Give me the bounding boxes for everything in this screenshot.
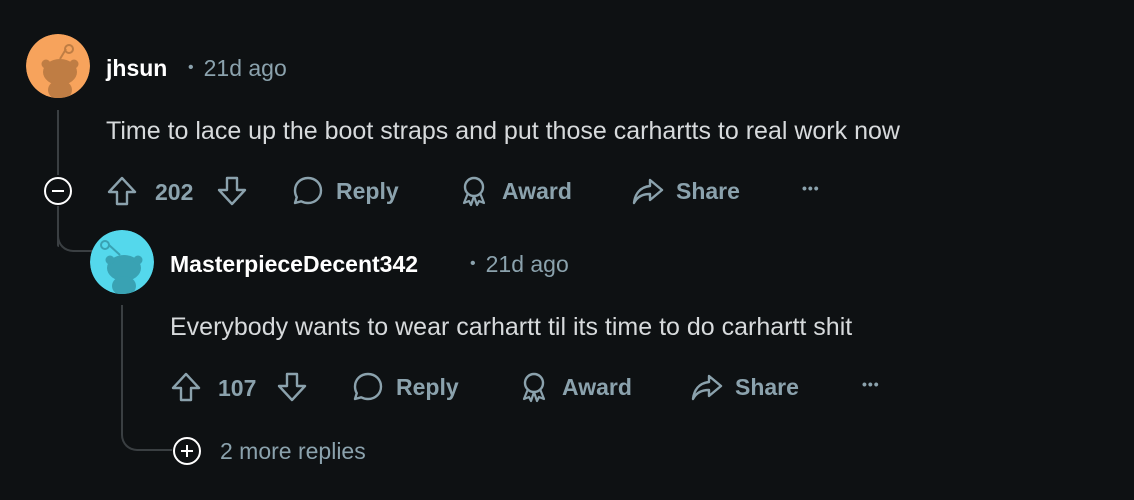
avatar[interactable] bbox=[90, 230, 154, 294]
reply-label: Reply bbox=[336, 177, 399, 204]
comment-body: Everybody wants to wear carhartt til its… bbox=[170, 313, 853, 341]
thread-connector-1 bbox=[57, 212, 93, 252]
comment-thread: jhsun • 21d ago Time to lace up the boot … bbox=[0, 0, 1134, 500]
award-medal-icon bbox=[462, 176, 486, 207]
downvote-button[interactable] bbox=[216, 175, 248, 212]
reply-bubble-icon bbox=[353, 372, 383, 401]
award-label: Award bbox=[502, 177, 572, 204]
more-options-icon: ••• bbox=[862, 376, 880, 392]
collapse-button[interactable] bbox=[43, 176, 73, 206]
timestamp-text: 21d ago bbox=[485, 251, 569, 277]
reply-button[interactable]: Reply bbox=[292, 175, 399, 207]
share-button[interactable]: Share bbox=[691, 371, 799, 403]
snoo-avatar-icon bbox=[90, 230, 154, 294]
more-options-button[interactable]: ••• bbox=[802, 180, 820, 196]
comment-timestamp: • 21d ago bbox=[470, 251, 569, 278]
award-medal-icon bbox=[522, 372, 546, 403]
share-arrow-icon bbox=[632, 178, 664, 205]
downvote-arrow-icon bbox=[217, 176, 247, 206]
snoo-avatar-icon bbox=[26, 34, 90, 98]
share-button[interactable]: Share bbox=[632, 175, 740, 207]
thread-line-1 bbox=[57, 110, 59, 175]
minus-circle-icon bbox=[44, 177, 72, 205]
upvote-button[interactable] bbox=[106, 175, 138, 212]
comment-timestamp: • 21d ago bbox=[188, 55, 287, 82]
comment-username[interactable]: jhsun bbox=[106, 55, 167, 82]
timestamp-text: 21d ago bbox=[203, 55, 287, 81]
comment-username[interactable]: MasterpieceDecent342 bbox=[170, 251, 418, 278]
thread-connector-2 bbox=[121, 305, 176, 451]
share-label: Share bbox=[676, 177, 740, 204]
avatar[interactable] bbox=[26, 34, 90, 98]
comment-body: Time to lace up the boot straps and put … bbox=[106, 117, 900, 145]
award-button[interactable]: Award bbox=[458, 175, 572, 207]
more-options-button[interactable]: ••• bbox=[862, 376, 880, 392]
upvote-arrow-icon bbox=[107, 176, 137, 206]
award-label: Award bbox=[562, 373, 632, 400]
award-button[interactable]: Award bbox=[518, 371, 632, 403]
share-label: Share bbox=[735, 373, 799, 400]
vote-count: 107 bbox=[218, 375, 257, 401]
meta-separator: • bbox=[470, 254, 476, 272]
downvote-arrow-icon bbox=[277, 372, 307, 402]
reply-label: Reply bbox=[396, 373, 459, 400]
more-options-icon: ••• bbox=[802, 180, 820, 196]
plus-circle-icon bbox=[173, 437, 201, 465]
vote-count: 202 bbox=[155, 179, 194, 205]
downvote-button[interactable] bbox=[276, 371, 308, 408]
upvote-button[interactable] bbox=[170, 371, 202, 408]
reply-bubble-icon bbox=[293, 176, 323, 205]
reply-button[interactable]: Reply bbox=[352, 371, 459, 403]
upvote-arrow-icon bbox=[171, 372, 201, 402]
share-arrow-icon bbox=[691, 374, 723, 401]
expand-replies-button[interactable] bbox=[172, 436, 202, 466]
more-replies-link[interactable]: 2 more replies bbox=[220, 438, 366, 465]
meta-separator: • bbox=[188, 58, 194, 76]
